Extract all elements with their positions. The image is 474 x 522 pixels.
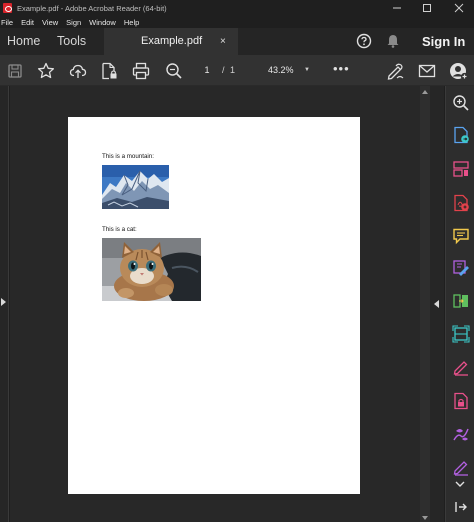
menu-window[interactable]: Window — [89, 18, 116, 27]
protect-icon — [454, 392, 468, 410]
find-button[interactable] — [163, 60, 185, 82]
document-tab-label: Example.pdf — [141, 35, 203, 47]
menu-file[interactable]: File — [1, 18, 13, 27]
cloud-upload-icon — [69, 64, 87, 78]
scan-ocr-button[interactable] — [452, 325, 470, 343]
email-button[interactable] — [416, 60, 438, 82]
minimize-button[interactable] — [382, 0, 412, 16]
collapse-tools-panel-icon[interactable] — [434, 300, 439, 308]
zoom-tool-button[interactable] — [452, 94, 470, 112]
caption-mountain: This is a mountain: — [102, 153, 154, 160]
menu-bar: File Edit View Sign Window Help — [0, 16, 474, 28]
organize-pages-icon — [453, 161, 469, 177]
star-icon — [37, 62, 55, 79]
printer-icon — [132, 62, 150, 80]
add-user-icon — [450, 63, 469, 81]
close-icon — [454, 3, 464, 13]
toolbar: 1 / 1 43.2% ▼ ••• — [0, 55, 474, 86]
combine-files-icon — [453, 294, 468, 308]
print-button[interactable] — [130, 60, 152, 82]
more-tools-button[interactable]: ••• — [333, 61, 350, 76]
bookmark-button[interactable] — [35, 60, 57, 82]
scroll-down-icon[interactable] — [422, 516, 428, 520]
export-pdf-icon — [454, 126, 469, 144]
request-signature-button[interactable] — [452, 425, 470, 443]
tab-document[interactable]: Example.pdf × — [104, 28, 238, 55]
help-button[interactable] — [355, 32, 373, 50]
notifications-button[interactable] — [384, 32, 402, 50]
share-user-button[interactable] — [448, 60, 470, 82]
edit-pdf-button[interactable] — [452, 259, 470, 277]
window-title: Example.pdf - Adobe Acrobat Reader (64-b… — [17, 3, 167, 13]
close-window-button[interactable] — [444, 0, 474, 16]
more-tools-rail-button[interactable] — [452, 458, 470, 476]
file-lock-icon — [102, 62, 117, 80]
expand-left-panel-icon[interactable] — [1, 298, 6, 306]
chevron-down-icon: ▼ — [304, 67, 310, 73]
document-view[interactable]: This is a mountain: This is a cat: — [10, 86, 420, 522]
pen-sign-icon — [387, 63, 404, 80]
menu-help[interactable]: Help — [124, 18, 139, 27]
maximize-button[interactable] — [412, 0, 442, 16]
request-signature-icon — [453, 428, 469, 441]
protect-button[interactable] — [452, 392, 470, 410]
tab-bar: Home Tools Example.pdf × Sign In — [0, 28, 474, 55]
menu-view[interactable]: View — [42, 18, 58, 27]
edit-pdf-icon — [453, 260, 469, 276]
chevron-down-icon[interactable] — [455, 476, 465, 487]
right-panel-strip — [430, 86, 444, 522]
create-pdf-icon — [454, 194, 469, 212]
acrobat-app-icon — [3, 3, 12, 13]
combine-files-button[interactable] — [452, 292, 470, 310]
page-number-input[interactable]: 1 — [196, 63, 218, 78]
help-icon — [356, 33, 372, 49]
protect-file-button[interactable] — [98, 60, 120, 82]
create-pdf-button[interactable] — [452, 194, 470, 212]
kitten-image — [102, 238, 201, 301]
export-pdf-button[interactable] — [452, 126, 470, 144]
close-tab-button[interactable]: × — [220, 28, 226, 55]
sign-tool-button[interactable] — [384, 60, 406, 82]
menu-sign[interactable]: Sign — [66, 18, 81, 27]
maximize-icon — [423, 4, 431, 12]
scroll-up-icon[interactable] — [422, 90, 428, 94]
fill-sign-icon — [453, 361, 468, 376]
magnifier-icon — [166, 63, 182, 79]
tab-home[interactable]: Home — [7, 28, 40, 55]
fill-sign-button[interactable] — [452, 358, 470, 376]
page-total: 1 — [230, 65, 236, 75]
minimize-icon — [393, 7, 401, 9]
comment-button[interactable] — [452, 227, 470, 245]
caption-cat: This is a cat: — [102, 226, 137, 233]
envelope-icon — [418, 64, 436, 78]
pdf-page: This is a mountain: This is a cat: — [68, 117, 360, 494]
expand-panel-icon[interactable] — [454, 500, 468, 514]
zoom-search-icon — [453, 95, 469, 111]
zoom-value: 43.2% — [268, 65, 294, 75]
scan-ocr-icon — [452, 325, 470, 343]
comment-icon — [453, 228, 469, 245]
more-tools-icon — [453, 461, 468, 476]
page-separator: / — [222, 65, 225, 75]
menu-edit[interactable]: Edit — [21, 18, 34, 27]
save-icon — [8, 64, 22, 78]
upload-button[interactable] — [67, 60, 89, 82]
mountain-image — [102, 165, 169, 209]
bell-icon — [387, 35, 399, 48]
save-button[interactable] — [4, 60, 26, 82]
organize-pages-button[interactable] — [452, 160, 470, 178]
left-panel-strip — [0, 86, 9, 522]
vertical-scrollbar[interactable] — [420, 86, 430, 522]
zoom-select[interactable]: 43.2% ▼ — [262, 63, 314, 78]
tab-tools[interactable]: Tools — [57, 28, 86, 55]
sign-in-button[interactable]: Sign In — [422, 28, 465, 55]
title-bar: Example.pdf - Adobe Acrobat Reader (64-b… — [0, 0, 474, 16]
tools-rail — [445, 86, 474, 522]
